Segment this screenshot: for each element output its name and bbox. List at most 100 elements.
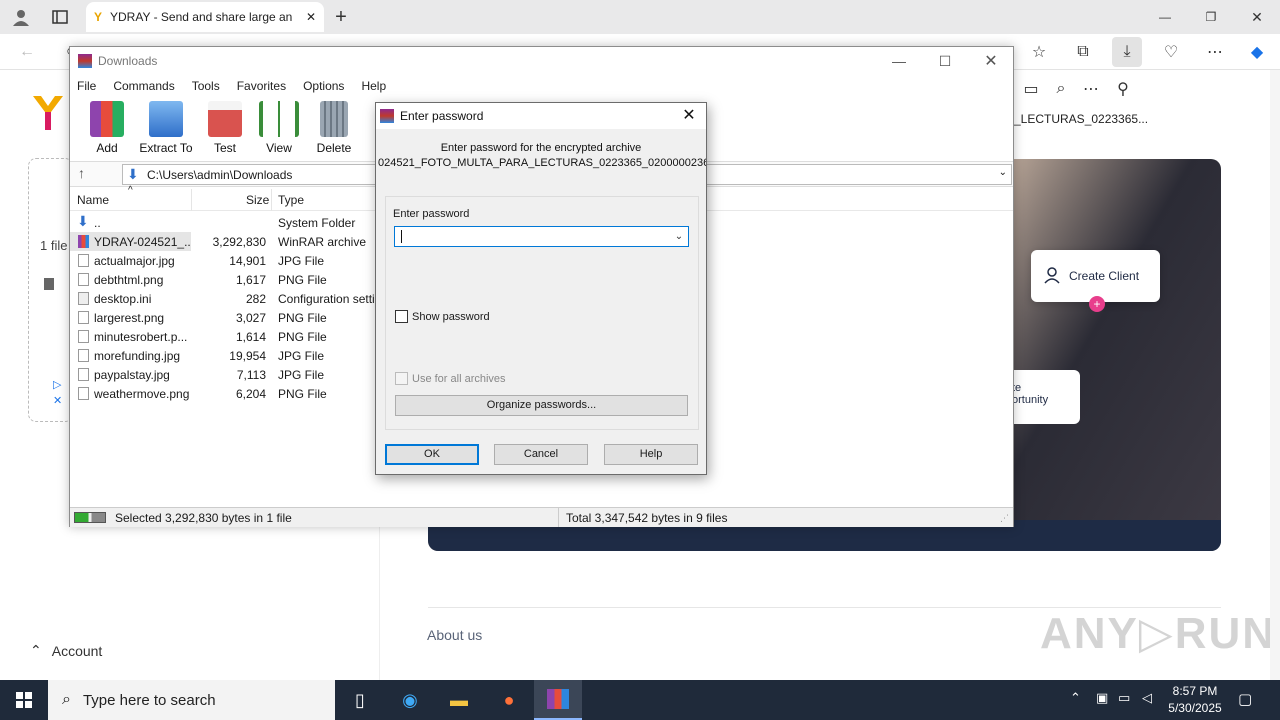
image-file-icon [78, 349, 89, 362]
file-name: .. [94, 215, 101, 230]
view-button[interactable]: View [249, 99, 309, 155]
winrar-title: Downloads [98, 54, 158, 68]
close-icon[interactable]: ✕ [676, 105, 702, 127]
help-button[interactable]: Help [604, 444, 698, 465]
tray-chevron-up-icon[interactable]: ⌃ [1070, 690, 1081, 706]
image-file-icon [78, 311, 89, 324]
column-divider[interactable] [191, 189, 192, 211]
restore-browser-button[interactable]: ❐ [1196, 2, 1226, 32]
menu-commands[interactable]: Commands [113, 79, 174, 93]
path-dropdown-icon[interactable]: ⌄ [999, 167, 1007, 178]
test-clipboard-icon [208, 101, 242, 137]
about-us-link[interactable]: About us [427, 627, 482, 643]
windows-start-icon[interactable] [0, 680, 48, 720]
copilot-icon[interactable]: ◆ [1242, 37, 1272, 67]
add-archive-icon [90, 101, 124, 137]
chevron-up-icon: ⌃ [30, 642, 42, 658]
winrar-maximize-button[interactable]: ☐ [922, 47, 968, 75]
winrar-minimize-button[interactable]: — [876, 47, 922, 75]
status-selected: Selected 3,292,830 bytes in 1 file [115, 511, 292, 525]
add-button[interactable]: Add [77, 99, 137, 155]
menu-tools[interactable]: Tools [192, 79, 220, 93]
browser-essentials-icon[interactable]: ♡ [1156, 37, 1186, 67]
page-top-toolbar: ▭ ⌕ ⋯ ⚲ [1016, 72, 1266, 106]
folder-icon[interactable]: ▭ [1016, 74, 1046, 104]
test-button[interactable]: Test [195, 99, 255, 155]
ad-close-icon[interactable]: ✕ [53, 394, 62, 407]
minimize-browser-button[interactable]: — [1150, 2, 1180, 32]
volume-icon[interactable]: ◁ [1142, 690, 1152, 706]
chevron-down-icon[interactable]: ⌄ [670, 227, 688, 246]
menu-help[interactable]: Help [361, 79, 386, 93]
file-size: 14,901 [229, 253, 266, 268]
file-size: 282 [245, 291, 266, 306]
delete-button[interactable]: Delete [304, 99, 364, 155]
downloads-icon[interactable]: ⤓ [1112, 37, 1142, 67]
show-password-checkbox[interactable]: Show password [395, 310, 490, 323]
account-toggle[interactable]: ⌃ Account [30, 642, 102, 659]
create-client-label: Create Client [1069, 269, 1140, 283]
column-name[interactable]: Name [77, 193, 109, 207]
menu-favorites[interactable]: Favorites [237, 79, 286, 93]
more-menu-icon[interactable]: ⋯ [1200, 37, 1230, 67]
winrar-dialog-icon [380, 109, 394, 123]
column-size[interactable]: Size [246, 193, 269, 207]
organize-passwords-button[interactable]: Organize passwords... [395, 395, 688, 416]
ad-info-icon[interactable]: ▷ [53, 378, 61, 391]
favorites-star-icon[interactable]: ☆ [1024, 37, 1054, 67]
back-icon[interactable]: ← [12, 37, 42, 67]
menu-options[interactable]: Options [303, 79, 344, 93]
upload-card [28, 158, 73, 422]
image-file-icon [78, 368, 89, 381]
network-icon[interactable]: ▭ [1118, 690, 1130, 706]
add-label: Add [96, 141, 118, 155]
file-size: 7,113 [236, 367, 266, 382]
close-browser-button[interactable]: ✕ [1242, 2, 1272, 32]
winrar-taskbar-icon[interactable] [534, 680, 582, 720]
collections-icon[interactable]: ⧉ [1068, 37, 1098, 67]
search-placeholder: Type here to search [82, 691, 216, 709]
file-name: YDRAY-024521_... [94, 234, 190, 249]
file-type: Configuration setti [278, 291, 375, 306]
up-folder-icon[interactable]: ↑ [78, 165, 85, 181]
edge-browser-icon[interactable]: ◉ [386, 680, 434, 720]
password-input[interactable]: ⌄ [394, 226, 689, 247]
more-options-icon[interactable]: ⋯ [1076, 74, 1106, 104]
image-file-icon [78, 273, 89, 286]
file-type: PNG File [278, 329, 327, 344]
search-icon[interactable]: ⌕ [1046, 74, 1076, 104]
file-type: PNG File [278, 386, 327, 401]
pin-icon[interactable]: ⚲ [1108, 74, 1138, 104]
file-size: 3,027 [235, 310, 266, 325]
file-name: desktop.ini [94, 291, 152, 306]
close-tab-icon[interactable]: ✕ [306, 10, 316, 24]
notifications-icon[interactable]: ▢ [1238, 690, 1252, 708]
taskbar-clock[interactable]: 8:57 PM 5/30/2025 [1160, 683, 1230, 717]
use-all-label: Use for all archives [412, 372, 506, 385]
checkbox-box[interactable] [395, 310, 408, 323]
use-for-all-archives-checkbox: Use for all archives [395, 372, 506, 385]
task-view-icon[interactable]: ▯ [336, 680, 384, 720]
firefox-icon[interactable]: ● [485, 680, 533, 720]
browser-tab-bar: Y YDRAY - Send and share large an ✕ + — … [0, 0, 1280, 34]
browser-tab-ydray[interactable]: Y YDRAY - Send and share large an ✕ [86, 2, 324, 32]
file-count-label: 1 file [40, 238, 68, 253]
column-divider[interactable] [271, 189, 272, 211]
new-tab-button[interactable]: + [326, 2, 356, 32]
page-scrollbar[interactable] [1270, 70, 1280, 680]
tab-actions-icon[interactable] [45, 2, 75, 32]
resize-grip-icon[interactable]: ⋰ [1000, 513, 1009, 524]
cancel-button[interactable]: Cancel [494, 444, 588, 465]
column-type[interactable]: Type [278, 193, 304, 207]
dialog-titlebar: Enter password [376, 103, 706, 129]
taskbar-search[interactable]: ⌕ Type here to search [48, 680, 335, 720]
ok-button[interactable]: OK [385, 444, 479, 465]
menu-file[interactable]: File [77, 79, 96, 93]
password-label: Enter password [393, 208, 470, 220]
profile-icon[interactable] [6, 2, 36, 32]
tray-device-icon[interactable]: ▣ [1096, 690, 1108, 706]
winrar-close-button[interactable]: ✕ [968, 47, 1014, 75]
file-explorer-icon[interactable]: ▬ [435, 680, 483, 720]
clock-date: 5/30/2025 [1168, 701, 1222, 715]
extract-to-button[interactable]: Extract To [136, 99, 196, 155]
